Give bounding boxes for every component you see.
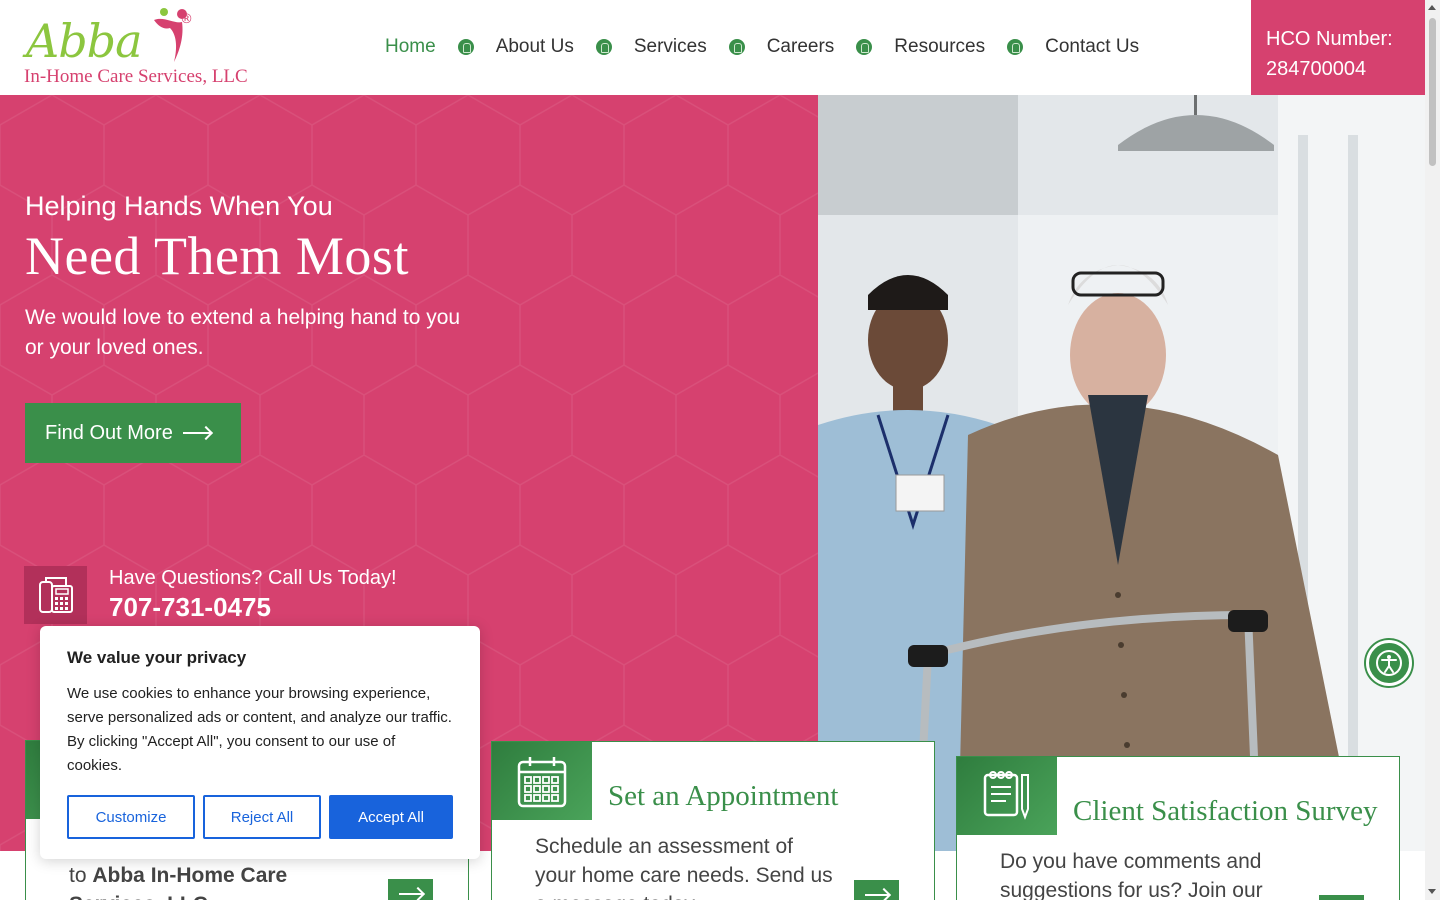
customize-button[interactable]: Customize xyxy=(67,795,195,839)
leaf-icon xyxy=(1007,39,1024,55)
accessibility-button[interactable] xyxy=(1366,640,1412,686)
leaf-icon xyxy=(457,39,474,55)
hero-photo xyxy=(818,95,1425,851)
appointment-card-button[interactable] xyxy=(854,880,899,900)
survey-card-icon-box xyxy=(957,757,1057,835)
appointment-card-title: Set an Appointment xyxy=(608,780,839,812)
site-logo[interactable]: Abba ® In-Home Care Services, LLC xyxy=(24,6,264,90)
hco-number: 284700004 xyxy=(1266,58,1367,80)
nav-careers[interactable]: Careers xyxy=(752,36,850,58)
scrollbar-thumb[interactable] xyxy=(1429,18,1436,166)
appointment-card-text: Schedule an assessment of your home care… xyxy=(535,835,833,900)
accept-all-button[interactable]: Accept All xyxy=(329,795,453,839)
reject-all-button[interactable]: Reject All xyxy=(203,795,321,839)
nav-about-us[interactable]: About Us xyxy=(481,36,589,58)
arrow-right-icon xyxy=(398,893,423,895)
nav-home[interactable]: Home xyxy=(370,36,451,58)
cookie-text: We use cookies to enhance your browsing … xyxy=(67,685,452,774)
phone-number-link[interactable]: 707-731-0475 xyxy=(109,592,271,623)
hero-text: We would love to extend a helping hand t… xyxy=(25,306,461,359)
nav-resources[interactable]: Resources xyxy=(879,36,1000,58)
nav-contact-us[interactable]: Contact Us xyxy=(1030,36,1154,58)
leaf-icon xyxy=(595,39,612,55)
cookie-buttons: Customize Reject All Accept All xyxy=(67,795,453,839)
welcome-card-prefix: to xyxy=(69,864,93,887)
cookie-title: We value your privacy xyxy=(67,648,247,667)
arrow-right-icon xyxy=(182,432,211,434)
appointment-card-icon-box xyxy=(492,742,592,820)
main-nav: Home About Us Services Careers Resources… xyxy=(370,30,1154,64)
hero-title: Need Them Most xyxy=(25,226,409,286)
survey-card-text: Do you have comments and suggestions for… xyxy=(1000,850,1263,900)
phone-question: Have Questions? Call Us Today! xyxy=(109,567,397,589)
leaf-icon xyxy=(856,39,873,55)
site-header: Abba ® In-Home Care Services, LLC Home A… xyxy=(0,0,1440,95)
caregiver-photo xyxy=(818,95,1425,851)
accessibility-icon xyxy=(1376,650,1402,676)
survey-card: Client Satisfaction Survey Do you have c… xyxy=(956,756,1400,900)
find-out-more-button[interactable]: Find Out More xyxy=(25,403,241,463)
appointment-card: Set an Appointment Schedule an assessmen… xyxy=(491,741,935,900)
cookie-consent-banner: We value your privacy We use cookies to … xyxy=(40,626,480,859)
calendar-icon xyxy=(517,757,567,808)
telephone-icon xyxy=(38,577,73,613)
find-out-more-label: Find Out More xyxy=(45,421,173,444)
logo-registered-mark: ® xyxy=(180,12,193,27)
welcome-card-button[interactable] xyxy=(388,879,433,900)
hco-number-badge: HCO Number: 284700004 xyxy=(1251,0,1425,95)
hero-subtitle: Helping Hands When You xyxy=(25,191,333,221)
scroll-down-arrow-icon[interactable] xyxy=(1428,889,1436,894)
leaf-icon xyxy=(728,39,745,55)
scroll-up-arrow-icon[interactable] xyxy=(1428,5,1436,10)
survey-card-button[interactable] xyxy=(1319,895,1364,900)
phone-icon-box xyxy=(24,566,87,624)
logo-subtitle: In-Home Care Services, LLC xyxy=(24,66,248,87)
nav-services[interactable]: Services xyxy=(619,36,722,58)
arrow-right-icon xyxy=(864,894,889,896)
welcome-card-company: Abba In-Home Care Services, LLC xyxy=(69,864,288,900)
logo-script: Abba xyxy=(26,14,143,68)
clipboard-pen-icon xyxy=(983,771,1029,820)
hco-label: HCO Number: xyxy=(1266,28,1393,50)
page-scrollbar[interactable] xyxy=(1425,0,1440,900)
welcome-card-text: to Abba In-Home Care Services, LLC xyxy=(69,861,369,900)
survey-card-title: Client Satisfaction Survey xyxy=(1073,795,1378,827)
